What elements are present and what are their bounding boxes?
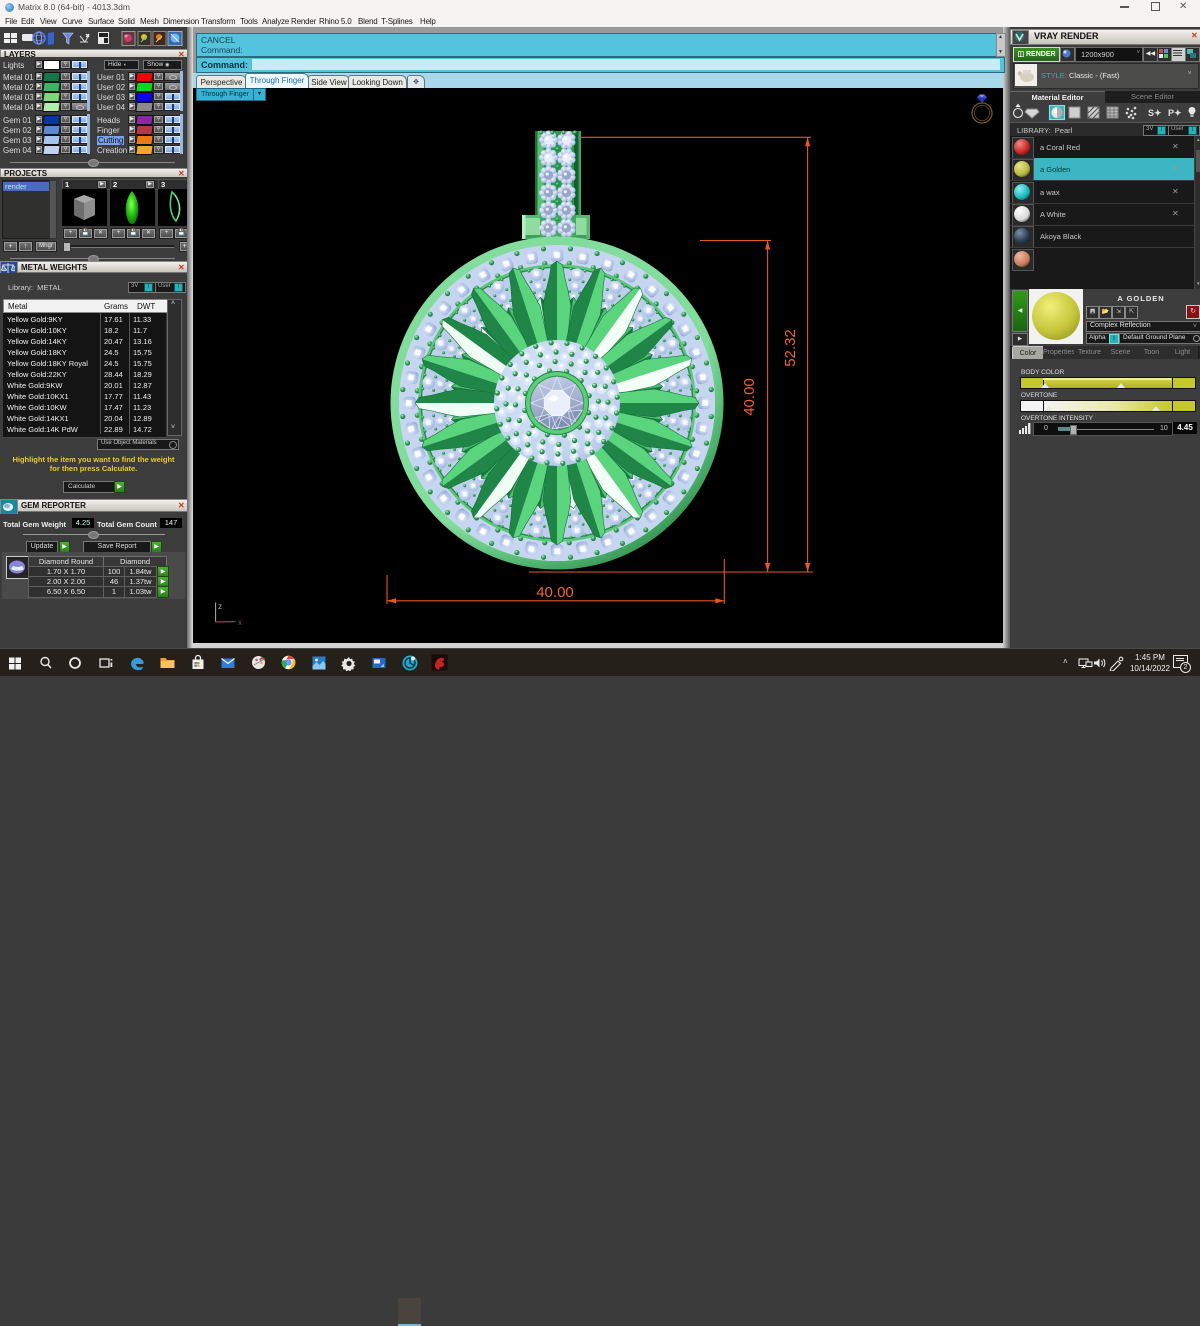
svg-text:40.00: 40.00	[536, 584, 574, 601]
svg-text:P✦: P✦	[1168, 108, 1182, 118]
svg-text:z: z	[218, 602, 222, 611]
svg-text:52.32: 52.32	[782, 329, 799, 367]
svg-text:x: x	[238, 618, 242, 627]
svg-text:S✦: S✦	[1148, 108, 1162, 118]
svg-text:40.00: 40.00	[741, 378, 758, 416]
